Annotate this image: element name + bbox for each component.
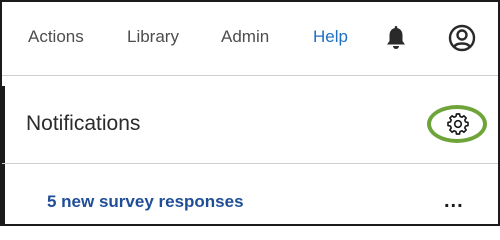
nav-item-help[interactable]: Help xyxy=(313,26,348,48)
top-navigation-bar: Actions Library Admin Help xyxy=(0,0,500,75)
nav-item-admin[interactable]: Admin xyxy=(221,26,269,48)
nav-divider xyxy=(2,75,498,76)
nav-item-actions[interactable]: Actions xyxy=(28,26,84,48)
nav-item-library[interactable]: Library xyxy=(127,26,179,48)
gear-icon[interactable] xyxy=(447,113,469,135)
notification-item[interactable]: 5 new survey responses xyxy=(47,191,244,213)
bell-icon[interactable] xyxy=(384,25,408,51)
user-circle-icon[interactable] xyxy=(448,24,476,52)
panel-left-edge xyxy=(2,86,5,224)
header-divider xyxy=(2,163,498,164)
notifications-title: Notifications xyxy=(26,112,141,135)
more-options-button[interactable]: ... xyxy=(444,191,474,211)
